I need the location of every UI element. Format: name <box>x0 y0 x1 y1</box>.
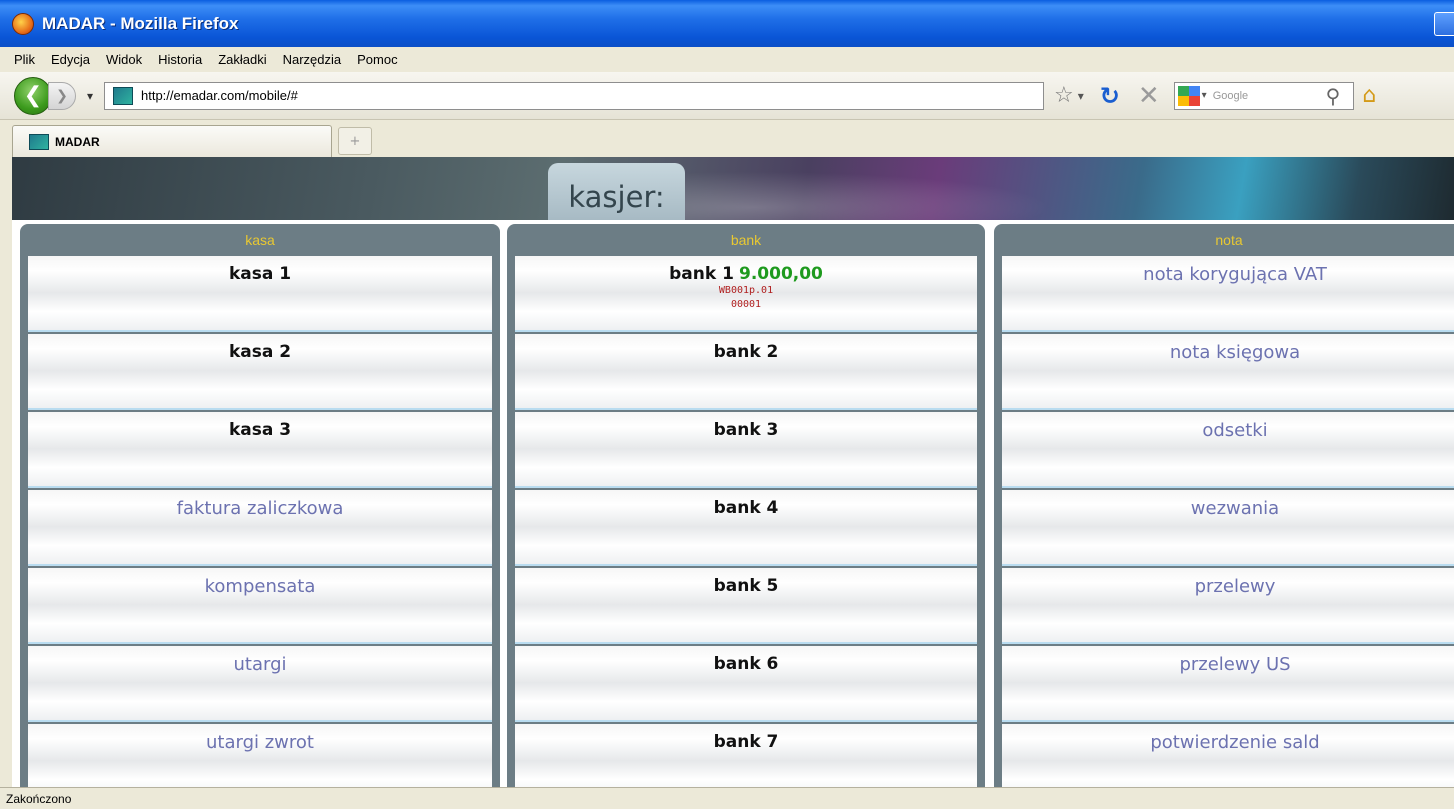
search-placeholder: Google <box>1212 89 1249 102</box>
navigation-toolbar: ❮ ❯ ▾ http://emadar.com/mobile/# ☆ ▾ ↻ ✕… <box>0 72 1454 120</box>
menu-historia[interactable]: Historia <box>158 52 202 67</box>
url-bar[interactable]: http://emadar.com/mobile/# <box>104 81 1044 110</box>
list-item-kasa-1[interactable]: kasa 1 <box>28 256 492 332</box>
item-label: bank 5 <box>713 576 779 596</box>
item-label: bank 4 <box>713 498 779 518</box>
tab-madar[interactable]: MADAR <box>12 125 332 157</box>
stop-icon[interactable]: ✕ <box>1138 81 1160 111</box>
account-number: 00001 <box>730 299 762 310</box>
history-dropdown-icon[interactable]: ▾ <box>82 89 98 103</box>
status-text: Zakończono <box>6 791 72 806</box>
item-label: kasa 1 <box>228 264 292 284</box>
list-item-nota-ksiegowa[interactable]: nota księgowa <box>1002 334 1454 410</box>
firefox-icon <box>12 12 34 35</box>
item-label: utargi <box>233 654 287 675</box>
back-button[interactable]: ❮ <box>14 76 52 115</box>
item-label: nota korygująca VAT <box>1143 264 1327 285</box>
list-item-potwierdzenie-sald[interactable]: potwierdzenie sald <box>1002 724 1454 787</box>
search-engine-dropdown-icon[interactable]: ▾ <box>1202 90 1207 101</box>
item-label: wezwania <box>1190 498 1280 519</box>
google-engine-icon[interactable] <box>1177 85 1200 106</box>
menu-edycja[interactable]: Edycja <box>51 52 90 67</box>
list-item-wezwania[interactable]: wezwania <box>1002 490 1454 566</box>
new-tab-button[interactable]: + <box>338 127 372 155</box>
list-item-bank-3[interactable]: bank 3 <box>515 412 977 488</box>
forward-button[interactable]: ❯ <box>48 81 76 110</box>
item-label: bank 7 <box>713 732 779 752</box>
minimize-button[interactable] <box>1434 12 1454 36</box>
menu-narzedzia[interactable]: Narzędzia <box>283 52 342 67</box>
item-label: utargi zwrot <box>206 732 314 753</box>
column-kasa: kasa kasa 1 kasa 2 kasa 3 faktura zalicz… <box>20 224 500 787</box>
item-label: bank 3 <box>713 420 779 440</box>
menu-zakladki[interactable]: Zakładki <box>218 52 266 67</box>
list-item-faktura-zaliczkowa[interactable]: faktura zaliczkowa <box>28 490 492 566</box>
item-label: bank 1 <box>669 264 734 284</box>
columns-container: kasa kasa 1 kasa 2 kasa 3 faktura zalicz… <box>12 220 1454 787</box>
item-label: odsetki <box>1202 420 1268 441</box>
column-header-kasa: kasa <box>245 232 275 248</box>
tab-label: MADAR <box>55 134 100 149</box>
menu-bar: Plik Edycja Widok Historia Zakładki Narz… <box>0 47 1454 72</box>
reload-icon[interactable]: ↻ <box>1100 82 1120 110</box>
page-content: kasjer: kasa kasa 1 kasa 2 kasa 3 faktur… <box>12 157 1454 787</box>
column-bank: bank bank 1 9.000,00 WB001p.01 00001 ban… <box>507 224 985 787</box>
list-item-kasa-3[interactable]: kasa 3 <box>28 412 492 488</box>
list-item-bank-5[interactable]: bank 5 <box>515 568 977 644</box>
account-code: WB001p.01 <box>718 285 774 296</box>
menu-pomoc[interactable]: Pomoc <box>357 52 397 67</box>
menu-widok[interactable]: Widok <box>106 52 142 67</box>
page-title-tab: kasjer: <box>548 163 685 220</box>
tab-bar: MADAR + <box>0 120 1454 157</box>
list-item-kompensata[interactable]: kompensata <box>28 568 492 644</box>
list-item-bank-2[interactable]: bank 2 <box>515 334 977 410</box>
home-icon[interactable]: ⌂ <box>1362 83 1376 108</box>
item-label: bank 6 <box>713 654 779 674</box>
list-item-przelewy[interactable]: przelewy <box>1002 568 1454 644</box>
item-label: przelewy <box>1194 576 1276 597</box>
column-header-bank: bank <box>730 232 762 248</box>
column-header-nota: nota <box>1215 232 1243 248</box>
list-item-bank-7[interactable]: bank 7 <box>515 724 977 787</box>
column-nota: nota nota korygująca VAT nota księgowa o… <box>994 224 1454 787</box>
item-label: nota księgowa <box>1169 342 1301 363</box>
status-bar: Zakończono <box>0 787 1454 809</box>
url-dropdown-icon[interactable]: ▾ <box>1078 89 1084 103</box>
item-label: potwierdzenie sald <box>1150 732 1320 753</box>
item-label: bank 2 <box>713 342 779 362</box>
bookmark-star-icon[interactable]: ☆ <box>1054 83 1074 108</box>
list-item-bank-1[interactable]: bank 1 9.000,00 WB001p.01 00001 <box>515 256 977 332</box>
tab-favicon-icon <box>29 133 49 150</box>
list-item-odsetki[interactable]: odsetki <box>1002 412 1454 488</box>
item-label: przelewy US <box>1179 654 1291 675</box>
item-label: faktura zaliczkowa <box>176 498 344 519</box>
search-icon[interactable]: ⚲ <box>1326 84 1341 108</box>
window-title: MADAR - Mozilla Firefox <box>42 13 239 33</box>
item-label: kompensata <box>204 576 316 597</box>
list-item-bank-6[interactable]: bank 6 <box>515 646 977 722</box>
list-item-nota-korygujaca-vat[interactable]: nota korygująca VAT <box>1002 256 1454 332</box>
header-banner: kasjer: <box>12 157 1454 220</box>
menu-plik[interactable]: Plik <box>14 52 35 67</box>
balance-amount: 9.000,00 <box>739 264 823 284</box>
list-item-bank-4[interactable]: bank 4 <box>515 490 977 566</box>
url-text[interactable]: http://emadar.com/mobile/# <box>141 88 298 103</box>
page-title: kasjer: <box>568 180 665 214</box>
list-item-kasa-2[interactable]: kasa 2 <box>28 334 492 410</box>
window-title-bar: MADAR - Mozilla Firefox <box>0 0 1454 47</box>
list-item-utargi-zwrot[interactable]: utargi zwrot <box>28 724 492 787</box>
item-label: kasa 3 <box>228 420 292 440</box>
site-favicon-icon <box>113 86 133 105</box>
list-item-przelewy-us[interactable]: przelewy US <box>1002 646 1454 722</box>
item-label: kasa 2 <box>228 342 292 362</box>
list-item-utargi[interactable]: utargi <box>28 646 492 722</box>
